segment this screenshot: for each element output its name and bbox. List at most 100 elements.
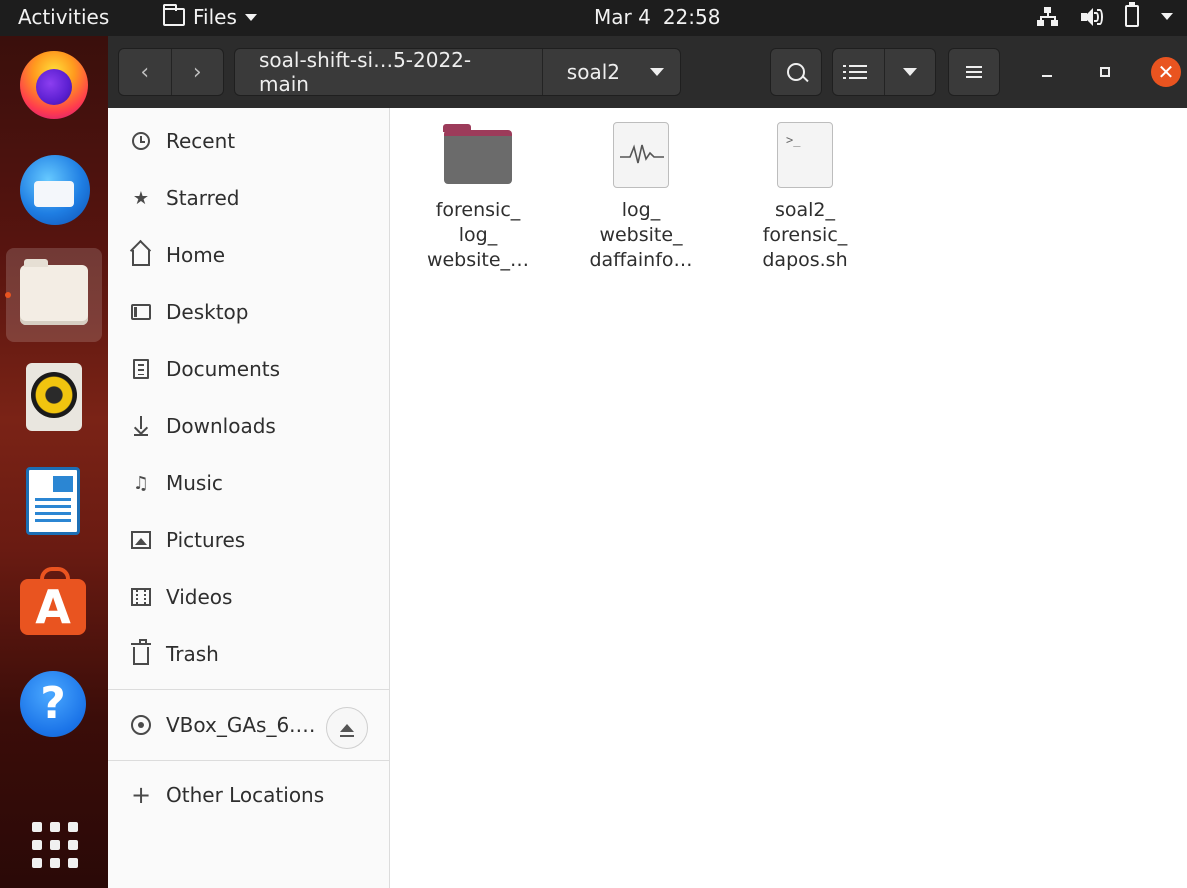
activities-button[interactable]: Activities: [18, 5, 109, 29]
places-sidebar: Recent ★ Starred Home Desktop Documents …: [108, 108, 390, 888]
battery-icon: [1125, 2, 1139, 27]
path-segment-parent[interactable]: soal-shift-si…5-2022-main: [235, 48, 543, 96]
file-view: forensic_ log_ website_… log_ website_ d…: [391, 108, 1187, 888]
close-button[interactable]: ✕: [1151, 57, 1181, 87]
sidebar-item-music[interactable]: ♫ Music: [108, 455, 390, 511]
log-file-icon: [605, 120, 677, 192]
sidebar-item-home[interactable]: Home: [108, 227, 390, 283]
terminal-prompt-glyph: >_: [786, 133, 801, 147]
file-name-line: soal2_: [774, 199, 836, 221]
dock: A ?: [0, 36, 108, 888]
maximize-button[interactable]: [1091, 58, 1119, 86]
disc-icon: [131, 715, 151, 735]
app-menu[interactable]: Files: [163, 4, 257, 29]
minimize-button[interactable]: [1033, 58, 1061, 86]
file-item[interactable]: >_ soal2_ forensic_ dapos.sh: [740, 120, 870, 273]
running-indicator: [5, 292, 11, 298]
chevron-down-icon: [902, 68, 917, 76]
sidebar-item-label: Starred: [166, 186, 240, 210]
maximize-icon: [1100, 67, 1110, 77]
store-glyph: A: [35, 580, 71, 634]
eject-icon: [340, 724, 354, 737]
sidebar-item-label: Documents: [166, 357, 281, 381]
navigation-buttons: ‹ ›: [118, 48, 224, 96]
header-bar: ‹ › soal-shift-si…5-2022-main soal2 ✕: [108, 36, 1187, 108]
view-options-dropdown[interactable]: [884, 49, 935, 95]
eject-button[interactable]: [326, 707, 368, 749]
file-name-line: dapos.sh: [762, 249, 848, 271]
sidebar-item-downloads[interactable]: Downloads: [108, 398, 390, 454]
picture-icon: [131, 531, 151, 549]
minimize-icon: [1042, 75, 1052, 77]
file-name: forensic_ log_ website_…: [413, 198, 543, 273]
dock-item-ubuntu-software[interactable]: A: [6, 556, 102, 650]
top-bar: Activities Files Mar 4 22:58: [0, 0, 1187, 36]
list-view-icon: [843, 65, 868, 79]
download-icon: [132, 416, 150, 436]
chevron-left-icon: ‹: [140, 59, 150, 85]
film-icon: [131, 588, 151, 606]
hamburger-menu-icon: [966, 66, 982, 78]
clock-icon: [132, 132, 150, 150]
view-options: [832, 48, 936, 96]
libreoffice-writer-icon: [26, 467, 80, 535]
clock-date: Mar 4: [594, 5, 651, 29]
trash-icon: [131, 639, 151, 665]
sidebar-item-label: Trash: [166, 642, 219, 666]
files-window: ‹ › soal-shift-si…5-2022-main soal2 ✕ Re…: [108, 36, 1187, 888]
clock[interactable]: Mar 4 22:58: [594, 5, 720, 29]
dock-item-rhythmbox[interactable]: [6, 350, 102, 444]
main-menu-button[interactable]: [948, 48, 1000, 96]
path-segment-current[interactable]: soal2: [543, 49, 680, 95]
list-view-button[interactable]: [833, 49, 884, 95]
file-name-line: log_: [621, 199, 661, 221]
search-icon: [787, 63, 805, 81]
dock-item-files[interactable]: [5, 248, 102, 342]
file-item[interactable]: log_ website_ daffainfo…: [576, 120, 706, 273]
file-name: soal2_ forensic_ dapos.sh: [740, 198, 870, 273]
sidebar-item-videos[interactable]: Videos: [108, 569, 390, 625]
dock-item-libreoffice-writer[interactable]: [6, 454, 102, 548]
clock-time: 22:58: [662, 5, 721, 29]
desktop-icon: [131, 304, 151, 320]
network-icon: [1037, 6, 1059, 27]
sidebar-item-label: Videos: [166, 585, 233, 609]
sidebar-item-label: Music: [166, 471, 223, 495]
sidebar-item-pictures[interactable]: Pictures: [108, 512, 390, 568]
dock-item-help[interactable]: ?: [6, 658, 102, 752]
files-icon: [20, 259, 88, 325]
sidebar-separator: [108, 689, 390, 690]
back-button[interactable]: ‹: [119, 49, 171, 95]
sidebar-item-device[interactable]: VBox_GAs_6.…: [108, 697, 390, 753]
sidebar-item-other-locations[interactable]: + Other Locations: [108, 767, 390, 823]
path-segment-current-label: soal2: [566, 60, 620, 84]
chevron-right-icon: ›: [192, 59, 202, 85]
sidebar-item-label: Downloads: [166, 414, 276, 438]
volume-icon: [1081, 7, 1103, 27]
file-item[interactable]: forensic_ log_ website_…: [413, 120, 543, 273]
file-name-line: website_: [599, 224, 683, 246]
ubuntu-software-icon: A: [20, 567, 86, 635]
dock-item-thunderbird[interactable]: [6, 142, 102, 236]
star-icon: ★: [132, 187, 150, 209]
sidebar-item-label: Home: [166, 243, 226, 267]
forward-button[interactable]: ›: [171, 49, 223, 95]
sidebar-item-label: Pictures: [166, 528, 246, 552]
chevron-down-icon: [1161, 13, 1173, 20]
dock-item-firefox[interactable]: [6, 38, 102, 132]
system-tray[interactable]: [1037, 2, 1173, 27]
chevron-down-icon: [244, 13, 257, 21]
show-applications-icon[interactable]: [32, 822, 78, 868]
path-bar: soal-shift-si…5-2022-main soal2: [234, 48, 681, 96]
plus-icon: +: [130, 781, 152, 809]
sidebar-item-starred[interactable]: ★ Starred: [108, 170, 390, 226]
file-name-line: log_: [458, 224, 498, 246]
home-icon: [132, 250, 150, 266]
search-button[interactable]: [770, 48, 822, 96]
sidebar-item-desktop[interactable]: Desktop: [108, 284, 390, 340]
chevron-down-icon: [650, 68, 664, 76]
sidebar-item-recent[interactable]: Recent: [108, 113, 390, 169]
sidebar-item-trash[interactable]: Trash: [108, 626, 390, 682]
file-name: log_ website_ daffainfo…: [576, 198, 706, 273]
sidebar-item-documents[interactable]: Documents: [108, 341, 390, 397]
